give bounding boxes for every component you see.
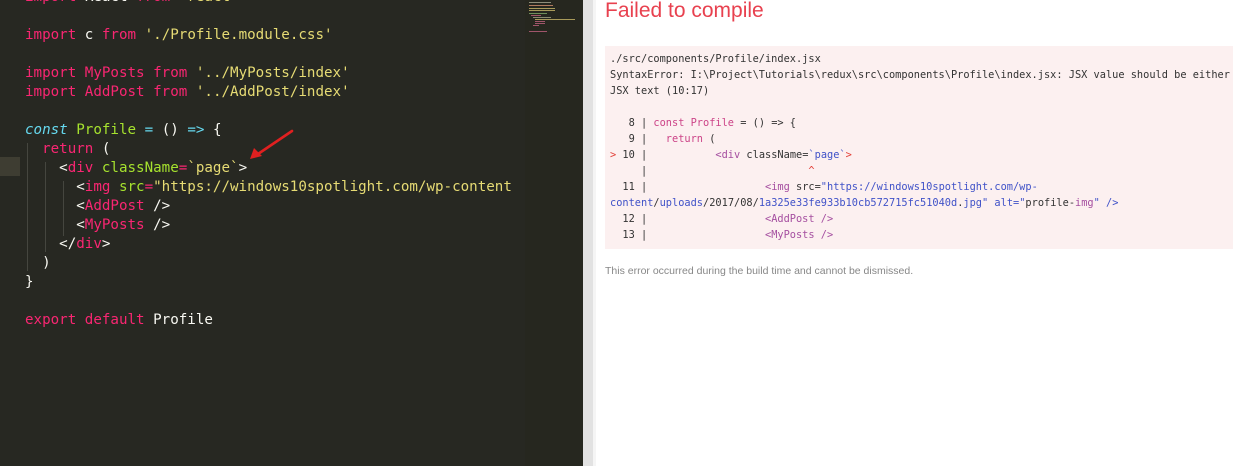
code-frame-line: 9 | return ( bbox=[610, 133, 716, 145]
code-frame-line: content/uploads/2017/08/1a325e33fe933b10… bbox=[610, 197, 1119, 209]
code-line: <div className=`page`> bbox=[59, 160, 248, 176]
minimap-line bbox=[533, 17, 551, 18]
error-message-location: JSX text (10:17) bbox=[610, 85, 710, 97]
code-line: } bbox=[25, 274, 34, 290]
minimap-line bbox=[529, 8, 555, 9]
code-line: </div> bbox=[59, 236, 111, 252]
editor-gutter bbox=[0, 0, 20, 466]
error-message: SyntaxError: I:\Project\Tutorials\redux\… bbox=[610, 69, 1233, 81]
code-frame-line: 12 | <AddPost /> bbox=[610, 213, 834, 225]
error-overlay: Failed to compile ./src/components/Profi… bbox=[596, 0, 1233, 466]
minimap-line bbox=[535, 21, 545, 22]
code-frame-line: > 10 | <div className=`page`> bbox=[610, 149, 852, 161]
minimap-line bbox=[529, 10, 555, 11]
code-line: import c from './Profile.module.css' bbox=[25, 27, 333, 43]
error-footer-note: This error occurred during the build tim… bbox=[605, 265, 914, 277]
code-line: <img src="https://windows10spotlight.com… bbox=[76, 179, 512, 195]
code-frame-line: 11 | <img src="https://windows10spotligh… bbox=[610, 181, 1038, 193]
code-line: const Profile = () => { bbox=[25, 122, 222, 138]
red-arrow-annotation-icon bbox=[250, 129, 294, 159]
code-line: <AddPost /> bbox=[76, 198, 171, 214]
error-title: Failed to compile bbox=[605, 0, 764, 22]
code-line: import AddPost from '../AddPost/index' bbox=[25, 84, 350, 100]
error-details-box: ./src/components/Profile/index.jsx Synta… bbox=[605, 46, 1233, 249]
minimap[interactable] bbox=[525, 0, 583, 466]
code-line: import React from 'react' bbox=[25, 0, 239, 7]
code-line: <MyPosts /> bbox=[76, 217, 171, 233]
minimap-line bbox=[529, 2, 551, 3]
minimap-line bbox=[529, 13, 547, 14]
error-file-path: ./src/components/Profile/index.jsx bbox=[610, 53, 821, 65]
code-line: return ( bbox=[42, 141, 111, 157]
code-editor[interactable]: import React from 'react' import c from … bbox=[0, 0, 583, 466]
pane-divider[interactable] bbox=[583, 0, 593, 466]
current-line-highlight bbox=[0, 157, 20, 176]
code-line: import MyPosts from '../MyPosts/index' bbox=[25, 65, 350, 81]
code-frame-line: 8 | const Profile = () => { bbox=[610, 117, 797, 129]
code-frame-line: | ^ bbox=[610, 165, 815, 177]
minimap-line bbox=[533, 25, 539, 26]
code-line: ) bbox=[42, 255, 51, 271]
minimap-line bbox=[535, 19, 575, 20]
minimap-line bbox=[529, 5, 553, 6]
minimap-line bbox=[529, 31, 547, 32]
code-line: export default Profile bbox=[25, 312, 213, 328]
minimap-line bbox=[531, 15, 541, 16]
code-frame-line: 13 | <MyPosts /> bbox=[610, 229, 834, 241]
minimap-line bbox=[535, 23, 545, 24]
